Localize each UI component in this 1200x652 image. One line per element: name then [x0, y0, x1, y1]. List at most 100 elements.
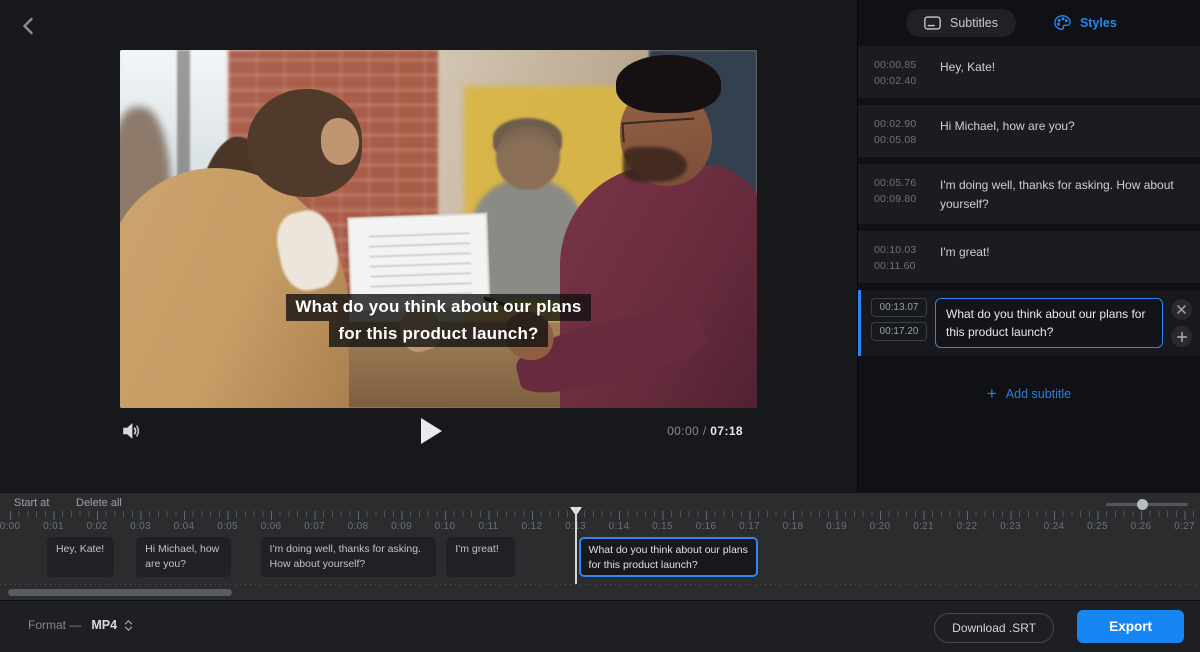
add-subtitle-button[interactable]: + Add subtitle [858, 385, 1200, 402]
subtitle-start-time: 00:10.03 [874, 244, 924, 256]
video-preview-area: What do you think about our plans for th… [0, 0, 857, 492]
subtitle-overlay-line: What do you think about our plans [286, 294, 590, 321]
ruler-tick-label: 0:18 [783, 521, 804, 532]
background-person-head [496, 125, 560, 189]
ruler-tick-label: 0:26 [1131, 521, 1152, 532]
ruler-tick-label: 0:10 [435, 521, 456, 532]
ruler-tick-label: 0:22 [957, 521, 978, 532]
ruler-tick-label: 0:08 [348, 521, 369, 532]
tab-subtitles[interactable]: Subtitles [906, 9, 1016, 37]
plus-icon: + [987, 385, 997, 402]
timeline-block-selected[interactable]: What do you think about our plans for th… [579, 537, 759, 577]
man-hair [616, 55, 721, 112]
subtitle-row[interactable]: 00:10.03 00:11.60 I'm great! [858, 231, 1200, 283]
ruler-tick-label: 0:21 [913, 521, 934, 532]
subtitle-track: Hey, Kate! Hi Michael, how are you? I'm do… [0, 537, 1200, 577]
back-button[interactable] [14, 12, 42, 40]
close-icon [1177, 305, 1186, 314]
subtitle-row[interactable]: 00:00.85 00:02.40 Hey, Kate! [858, 46, 1200, 98]
format-label: Format — [28, 618, 81, 632]
subtitle-time-inputs: 00:13.07 00:17.20 [871, 298, 927, 341]
ruler-tick-label: 0:02 [87, 521, 108, 532]
tab-styles-label: Styles [1080, 16, 1117, 30]
timeline-block[interactable]: I'm doing well, thanks for asking. How a… [261, 537, 437, 577]
subtitle-end-time: 00:02.40 [874, 75, 924, 87]
ruler-tick-label: 0:16 [696, 521, 717, 532]
subtitles-icon [924, 16, 941, 30]
ruler-tick-label: 0:04 [174, 521, 195, 532]
format-select[interactable]: MP4 [91, 618, 133, 632]
ruler-tick-label: 0:12 [522, 521, 543, 532]
ruler-tick-label: 0:24 [1044, 521, 1065, 532]
tab-styles[interactable]: Styles [1054, 15, 1117, 31]
ruler-tick-label: 0:17 [739, 521, 760, 532]
subtitle-list: 00:00.85 00:02.40 Hey, Kate! 00:02.90 00:05.… [858, 46, 1200, 363]
speaker-icon [120, 420, 142, 442]
ruler-tick-label: 0:23 [1000, 521, 1021, 532]
timeline-block[interactable]: Hi Michael, how are you? [136, 537, 231, 577]
subtitle-times: 00:05.7600:09.80 [874, 175, 924, 213]
subtitle-start-time: 00:00.85 [874, 59, 924, 71]
woman-face [321, 118, 359, 165]
export-button[interactable]: Export [1077, 610, 1184, 643]
stepper-icons [124, 620, 133, 631]
player-controls: 00:00 / 07:18 [120, 414, 757, 458]
duration: 07:18 [710, 424, 743, 438]
ruler-tick-label: 0:01 [43, 521, 64, 532]
delete-all-button[interactable]: Delete all [76, 497, 122, 509]
start-time-input[interactable]: 00:13.07 [871, 298, 927, 317]
subtitle-times: 00:10.03 00:11.60 [874, 242, 924, 272]
subtitle-row[interactable]: 00:02.90 00:05.08 Hi Michael, how are you? [858, 105, 1200, 157]
subtitle-overlay-line: for this product launch? [329, 321, 547, 348]
ruler-tick-label: 0:00 [0, 521, 20, 532]
timeline-block[interactable]: I'm great! [446, 537, 514, 577]
subtitle-text: Hi Michael, how are you? [940, 116, 1075, 146]
time-display: 00:00 / 07:18 [667, 424, 743, 438]
ruler-tick-label: 0:03 [130, 521, 151, 532]
playhead[interactable] [570, 507, 582, 584]
timeline-block[interactable]: Hey, Kate! [47, 537, 114, 577]
subtitle-text: I'm doing well, thanks for asking. How a… [940, 175, 1186, 213]
subtitle-end-time: 00:05.08 [874, 134, 924, 146]
timeline-zoom-slider[interactable] [1106, 503, 1188, 506]
subtitle-text: I'm great! [940, 242, 990, 272]
laptop-screen-text [369, 228, 472, 298]
subtitle-editor-app: What do you think about our plans for th… [0, 0, 1200, 652]
subtitle-row[interactable]: 00:05.7600:09.80 I'm doing well, thanks f… [858, 164, 1200, 224]
volume-button[interactable] [120, 420, 144, 444]
ruler-tick-label: 0:19 [826, 521, 847, 532]
subtitle-end-time: 00:11.60 [874, 260, 924, 272]
subtitle-text: Hey, Kate! [940, 57, 995, 87]
timeline-ruler[interactable]: 0:000:010:020:030:040:050:060:070:080:09… [0, 511, 1200, 535]
play-icon [418, 416, 444, 446]
playhead-line [575, 507, 577, 584]
subtitle-text-input[interactable]: What do you think about our plans for th… [935, 298, 1163, 348]
start-at-button[interactable]: Start at [14, 497, 49, 509]
end-time-input[interactable]: 00:17.20 [871, 322, 927, 341]
subtitle-row-selected[interactable]: 00:13.07 00:17.20 What do you think about … [858, 290, 1200, 356]
subtitle-overlay: What do you think about our plans for th… [120, 294, 757, 347]
scrollbar-thumb[interactable] [8, 589, 232, 596]
subtitle-start-time: 00:02.90 [874, 118, 924, 130]
current-time: 00:00 [667, 424, 699, 438]
chevron-up-icon [124, 620, 133, 625]
tab-subtitles-label: Subtitles [950, 16, 998, 30]
ruler-tick-label: 0:07 [304, 521, 325, 532]
export-bar: Format — MP4 Download .SRT Export [0, 600, 1200, 652]
download-srt-button[interactable]: Download .SRT [934, 613, 1054, 643]
zoom-slider-knob[interactable] [1137, 499, 1148, 510]
add-subtitle-after-button[interactable] [1171, 326, 1192, 347]
track-bottom-ticks [0, 584, 1200, 585]
ruler-tick-label: 0:27 [1174, 521, 1195, 532]
ruler-tick-label: 0:11 [479, 521, 499, 532]
timeline-scrollbar[interactable] [8, 589, 1192, 596]
subtitles-panel: Subtitles Styles 00:00.85 00:02.40 Hey, Ka… [857, 0, 1200, 492]
delete-subtitle-button[interactable] [1171, 299, 1192, 320]
play-button[interactable] [418, 416, 450, 450]
video-frame[interactable]: What do you think about our plans for th… [120, 50, 757, 408]
palette-icon [1054, 15, 1071, 31]
ruler-tick-label: 0:06 [261, 521, 282, 532]
format-group: Format — MP4 [28, 618, 133, 632]
subtitle-start-time: 00:05.76 [874, 177, 924, 189]
panel-tabs: Subtitles Styles [858, 0, 1200, 46]
